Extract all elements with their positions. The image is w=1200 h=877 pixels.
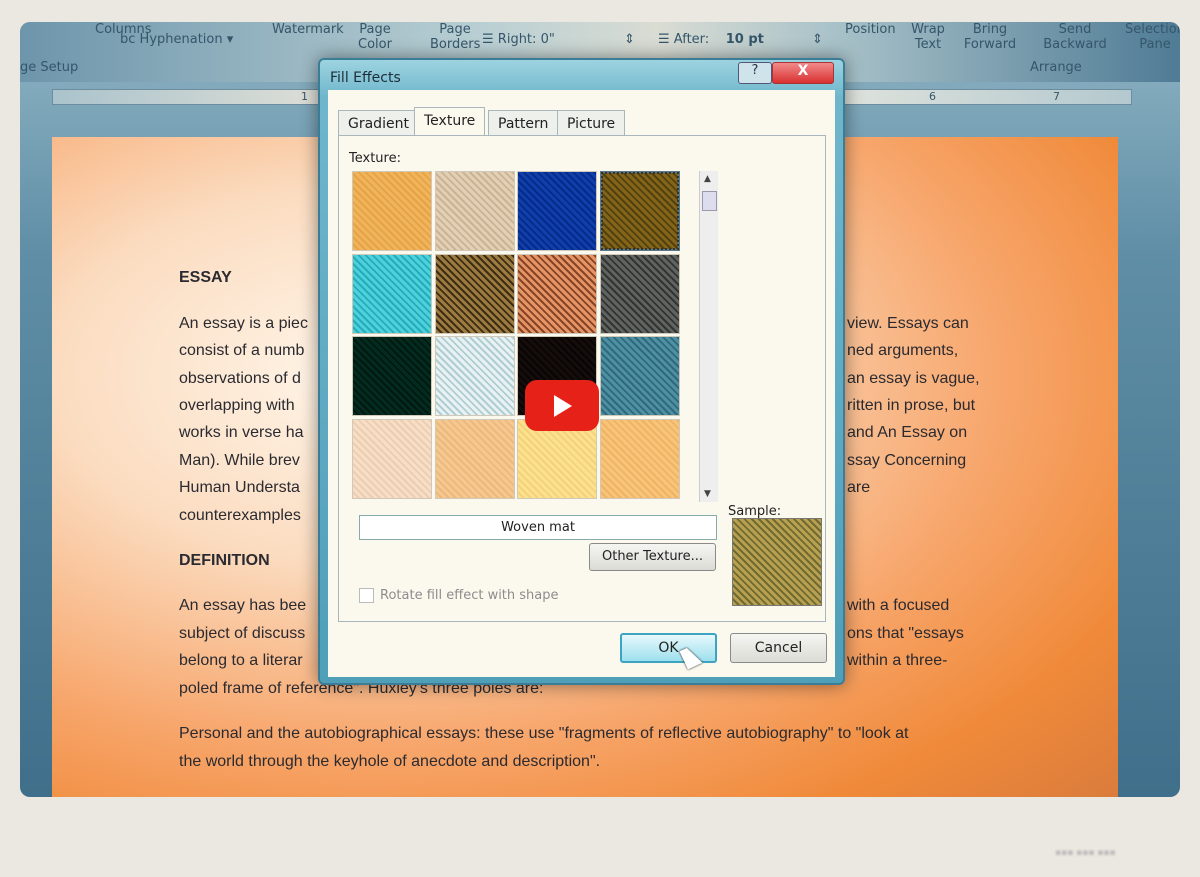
doc-line: and An Essay on xyxy=(847,424,968,441)
spacing-after-icon: ☰ xyxy=(658,32,674,47)
spacing-after-field[interactable]: ☰ After: 10 pt xyxy=(658,32,764,47)
texture-sand[interactable] xyxy=(599,253,680,334)
doc-line: Personal and the autobiographical essays… xyxy=(179,725,909,742)
doc-line: within a three- xyxy=(847,652,948,669)
scroll-down-icon[interactable]: ▼ xyxy=(704,489,711,499)
texture-papyrus[interactable] xyxy=(352,171,432,251)
texture-water-droplets[interactable] xyxy=(352,253,432,334)
texture-recycled-paper[interactable] xyxy=(434,418,515,499)
ok-button[interactable]: OK xyxy=(620,633,717,663)
page-setup-group-label: ge Setup xyxy=(20,60,79,75)
doc-line: ritten in prose, but xyxy=(847,397,976,414)
youtube-play-icon[interactable] xyxy=(525,380,599,431)
bring-forward-button[interactable]: Bring Forward xyxy=(960,22,1020,52)
sample-label: Sample: xyxy=(728,504,782,519)
wrap-text-button[interactable]: Wrap Text xyxy=(908,22,948,52)
doc-line: Human Understa xyxy=(179,479,300,496)
texture-panel: Texture: ▲ ▼ Woven mat Other Texture... … xyxy=(338,135,826,622)
doc-line: consist of a numb xyxy=(179,342,305,359)
texture-green-marble[interactable] xyxy=(352,336,432,416)
doc-line: counterexamples xyxy=(179,507,301,524)
help-button[interactable]: ? xyxy=(738,62,772,84)
doc-line: belong to a literar xyxy=(179,652,303,669)
texture-label: Texture: xyxy=(349,151,401,166)
rotate-fill-checkbox[interactable]: Rotate fill effect with shape xyxy=(359,588,559,603)
position-button[interactable]: Position xyxy=(845,22,896,37)
send-backward-button[interactable]: Send Backward xyxy=(1040,22,1110,52)
close-button[interactable]: X xyxy=(772,62,834,84)
texture-canvas[interactable] xyxy=(434,171,515,251)
doc-line: An essay is a piec xyxy=(179,315,308,332)
hyphenation-icon: bc xyxy=(120,32,140,47)
tab-texture[interactable]: Texture xyxy=(414,107,486,136)
doc-line: Man). While brev xyxy=(179,452,300,469)
doc-line: the world through the keyhole of anecdot… xyxy=(179,753,601,770)
dialog-title: Fill Effects xyxy=(330,70,401,86)
sample-preview xyxy=(732,518,822,606)
selection-pane-button[interactable]: Selection Pane xyxy=(1125,22,1180,52)
doc-line: subject of discuss xyxy=(179,625,306,642)
scroll-thumb[interactable] xyxy=(702,191,717,211)
doc-line: works in verse ha xyxy=(179,424,304,441)
page-borders-button[interactable]: Page Borders xyxy=(430,22,480,52)
checkbox[interactable] xyxy=(359,588,374,603)
spinner-icon[interactable]: ⇕ xyxy=(812,32,823,47)
tab-gradient[interactable]: Gradient xyxy=(338,110,419,135)
arrange-group-label: Arrange xyxy=(1030,60,1082,75)
heading-essay: ESSAY xyxy=(179,269,232,286)
texture-scrollbar[interactable]: ▲ ▼ xyxy=(699,171,718,502)
texture-denim[interactable] xyxy=(517,171,597,251)
texture-fish-fossil[interactable] xyxy=(517,253,597,334)
texture-newsprint[interactable] xyxy=(352,418,432,499)
doc-line: overlapping with xyxy=(179,397,295,414)
scroll-up-icon[interactable]: ▲ xyxy=(704,174,711,184)
texture-granite[interactable] xyxy=(599,336,680,416)
fill-effects-dialog: Fill Effects ? X Gradient Texture Patter… xyxy=(318,58,845,685)
indent-right-icon: ☰ xyxy=(482,32,498,47)
indent-right-field[interactable]: ☰ Right: 0" xyxy=(482,32,555,47)
doc-line: An essay has bee xyxy=(179,597,307,614)
doc-line: ons that "essays xyxy=(847,625,964,642)
hyphenation-button[interactable]: bc Hyphenation ▾ xyxy=(120,32,233,47)
heading-definition: DEFINITION xyxy=(179,552,270,569)
doc-line: observations of d xyxy=(179,370,301,387)
other-texture-button[interactable]: Other Texture... xyxy=(589,543,716,571)
watermark-mark: ▪▪▪ ▪▪▪ ▪▪▪ xyxy=(1055,848,1116,858)
texture-paper-bag[interactable] xyxy=(434,253,515,334)
texture-white-marble[interactable] xyxy=(434,336,515,416)
texture-woven-mat[interactable] xyxy=(599,171,680,251)
doc-line: an essay is vague, xyxy=(847,370,980,387)
cancel-button[interactable]: Cancel xyxy=(730,633,827,663)
page-color-button[interactable]: Page Color xyxy=(350,22,400,52)
spinner-icon[interactable]: ⇕ xyxy=(624,32,635,47)
doc-line: with a focused xyxy=(847,597,950,614)
texture-name-field: Woven mat xyxy=(359,515,717,540)
tab-picture[interactable]: Picture xyxy=(557,110,626,135)
texture-stationery[interactable] xyxy=(599,418,680,499)
doc-line: ssay Concerning xyxy=(847,452,967,469)
doc-line: view. Essays can xyxy=(847,315,969,332)
watermark-button[interactable]: Watermark xyxy=(272,22,344,37)
doc-line: are xyxy=(847,479,871,496)
doc-line: ned arguments, xyxy=(847,342,959,359)
tab-pattern[interactable]: Pattern xyxy=(488,110,559,135)
